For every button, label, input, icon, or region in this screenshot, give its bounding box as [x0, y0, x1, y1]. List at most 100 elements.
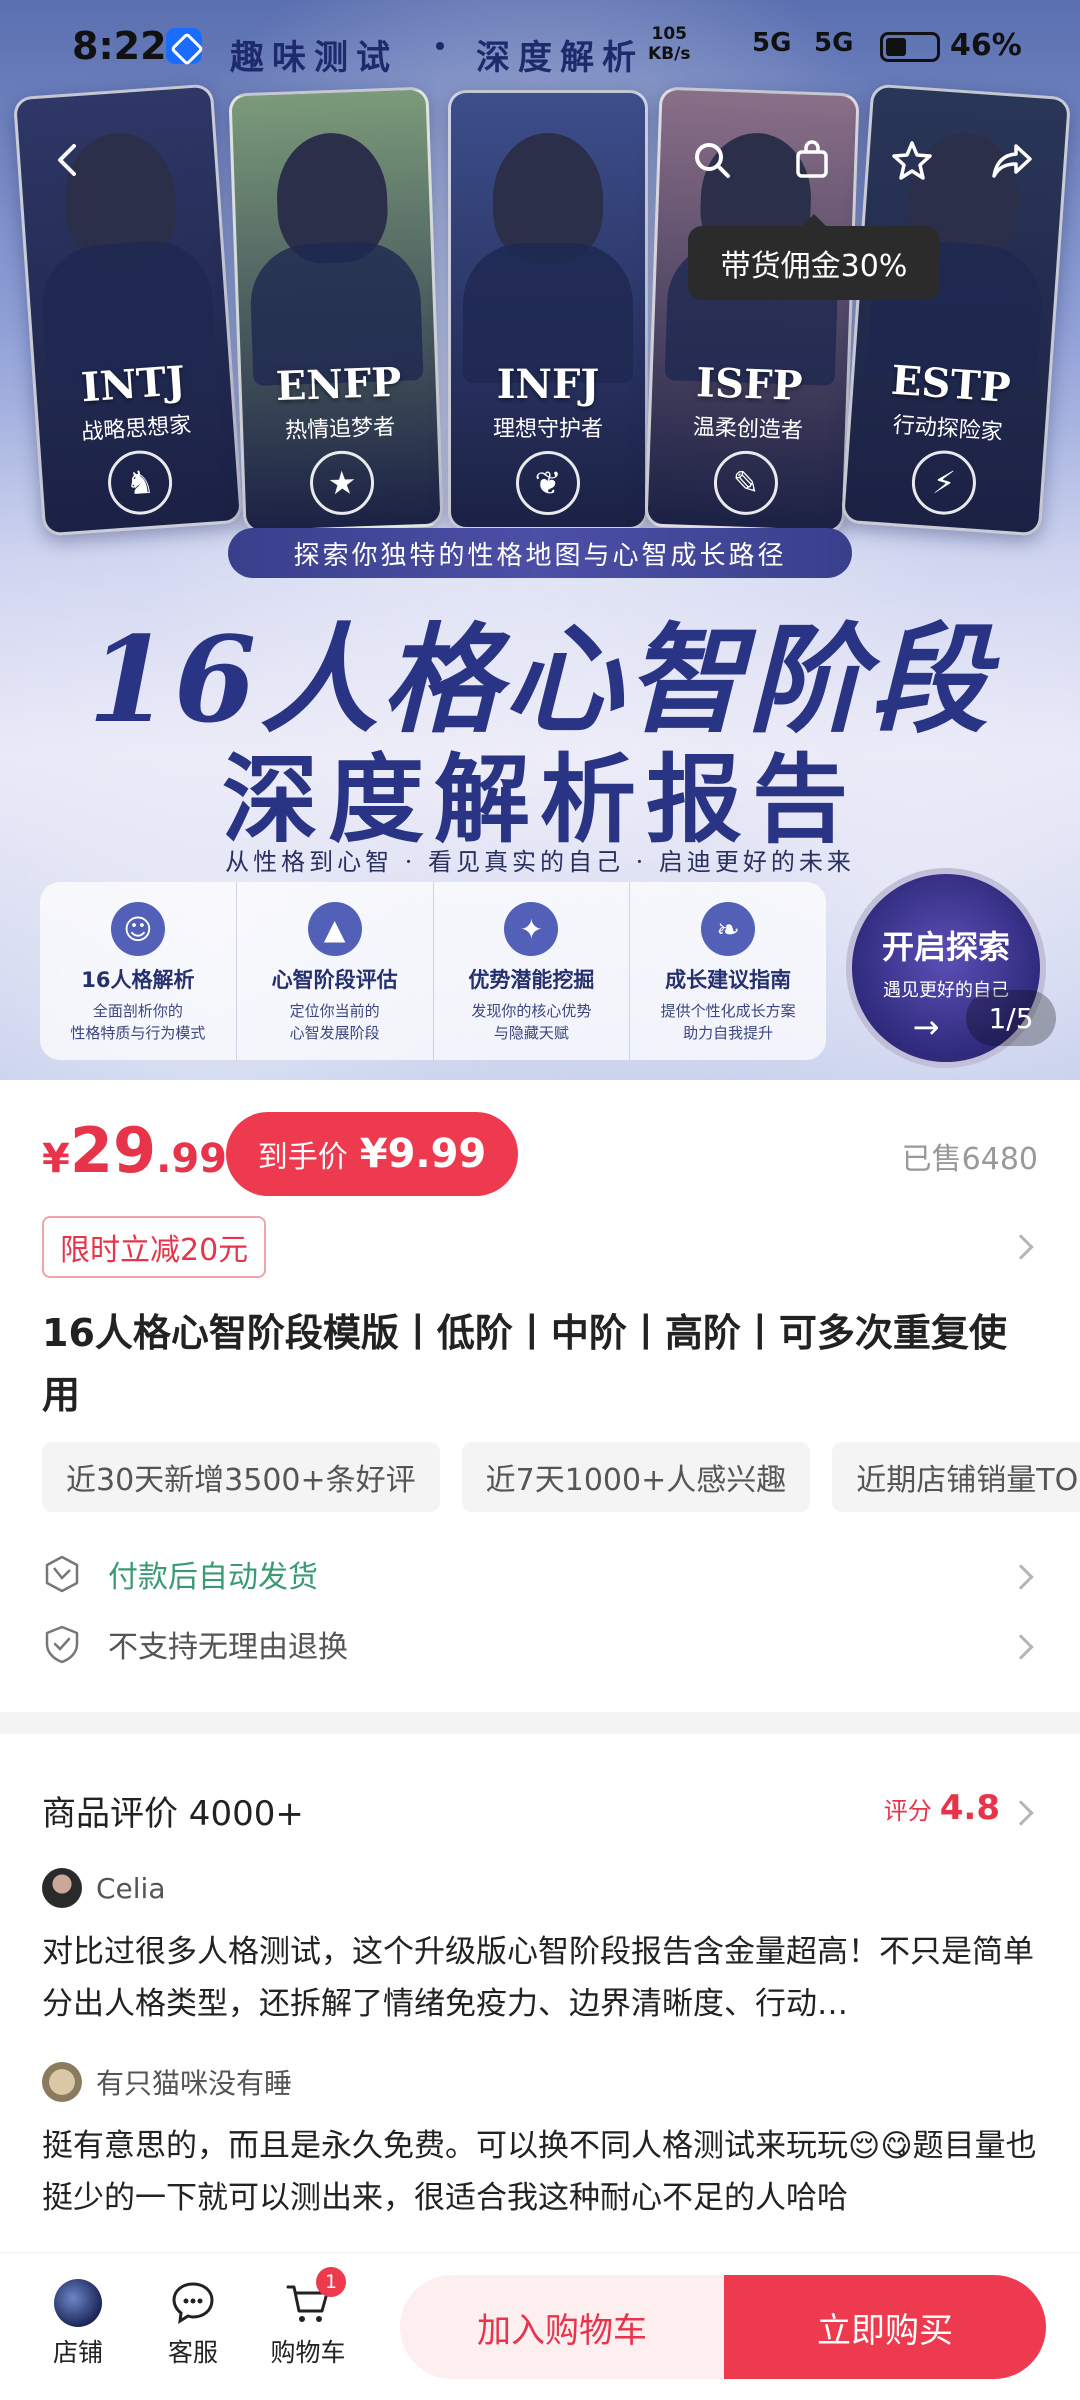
avatar — [42, 1868, 82, 1908]
cart-count-badge: 1 — [316, 2267, 346, 2297]
sold-count: 已售6480 — [901, 1142, 1038, 1177]
review-username: 有只猫咪没有睡 — [96, 2067, 293, 2100]
final-price-amount: ¥9.99 — [359, 1131, 487, 1177]
price: ¥ 29 .99 — [42, 1114, 227, 1187]
commission-tooltip: 带货佣金30% — [688, 214, 940, 300]
product-image-carousel[interactable]: 8:22 105 KB/s 5G 5G 46% 趣味测试 深度解析 INTJ 战略思… — [0, 0, 1080, 1080]
personality-code: ISFP — [695, 359, 804, 410]
feature-title: 16人格解析 — [81, 968, 195, 992]
status-time: 8:22 — [72, 24, 167, 68]
coupon-chevron-right-icon[interactable] — [1008, 1234, 1034, 1260]
cart-label: 购物车 — [270, 2338, 346, 2367]
personality-symbol-icon: ♞ — [105, 448, 175, 517]
bottom-action-bar: 店铺 客服 1 购物车 加入购物车 立即购买 — [0, 2252, 1080, 2400]
hero-tagline-dot — [436, 42, 444, 50]
highlight-chips: 近30天新增3500+条好评 近7天1000+人感兴趣 近期店铺销量TOP — [42, 1442, 1080, 1512]
feature-icon: ❧ — [701, 902, 756, 956]
feature-desc: 提供个性化成长方案 助力自我提升 — [660, 1002, 796, 1042]
personality-code: INFJ — [496, 361, 600, 408]
feature-desc: 定位你当前的 心智发展阶段 — [289, 1002, 380, 1042]
back-button[interactable] — [32, 124, 104, 196]
return-policy-text: 不支持无理由退换 — [108, 1630, 348, 1665]
avatar — [42, 2062, 82, 2102]
hero-tagline-left: 趣味测试 — [230, 38, 398, 78]
buy-now-button[interactable]: 立即购买 — [724, 2275, 1046, 2379]
feature-title: 心智阶段评估 — [271, 968, 398, 992]
feature-icon: ✦ — [504, 902, 559, 956]
section-divider — [0, 1712, 1080, 1734]
chevron-left-icon — [58, 144, 76, 176]
review-user: 有只猫咪没有睡 — [42, 2062, 292, 2102]
shield-check-icon — [45, 1625, 79, 1664]
personality-symbol-icon: ★ — [308, 449, 376, 516]
delivery-service-row[interactable]: 付款后自动发货 — [42, 1552, 318, 1596]
review-score-label: 评分 — [883, 1797, 932, 1825]
app-notification-icon — [166, 28, 202, 64]
personality-role: 温柔创造者 — [692, 415, 804, 444]
hero-ribbon: 探索你独特的性格地图与心智成长路径 — [228, 528, 852, 578]
return-chevron-right-icon[interactable] — [1008, 1634, 1034, 1660]
feature-icon: ☺ — [110, 902, 165, 956]
add-to-cart-button[interactable]: 加入购物车 — [400, 2275, 724, 2379]
personality-code: ENFP — [275, 358, 403, 411]
return-policy-row[interactable]: 不支持无理由退换 — [42, 1622, 348, 1666]
delivery-chevron-right-icon[interactable] — [1008, 1564, 1034, 1590]
price-integer: 29 — [69, 1114, 157, 1187]
cart-button[interactable]: 1 购物车 — [258, 2267, 358, 2369]
shop-button[interactable]: 店铺 — [28, 2279, 128, 2369]
personality-card: ENFP 热情追梦者 ★ — [228, 86, 444, 534]
chat-bubble-icon — [169, 2279, 217, 2327]
delivery-service-text: 付款后自动发货 — [108, 1560, 318, 1595]
search-button[interactable] — [676, 124, 748, 196]
feature-item: ▲ 心智阶段评估定位你当前的 心智发展阶段 — [237, 882, 434, 1060]
box-icon — [45, 1555, 79, 1593]
highlight-chip[interactable]: 近7天1000+人感兴趣 — [461, 1442, 811, 1512]
highlight-chip[interactable]: 近30天新增3500+条好评 — [42, 1442, 440, 1512]
feature-icon: ▲ — [307, 902, 362, 956]
product-title: 16人格心智阶段模版丨低阶丨中阶丨高阶丨可多次重复使用 — [42, 1311, 1007, 1417]
hero-title-line2: 深度解析报告 — [222, 743, 858, 856]
share-button[interactable] — [976, 124, 1048, 196]
review-score[interactable]: 评分 4.8 — [884, 1788, 1000, 1828]
personality-role: 热情追梦者 — [284, 415, 396, 444]
star-outline-icon — [892, 141, 932, 180]
price-decimal: .99 — [156, 1136, 227, 1182]
feature-desc: 全面剖析你的 性格特质与行为模式 — [70, 1002, 206, 1042]
personality-card: INFJ 理想守护者 ❦ — [448, 90, 648, 530]
signal-5g-1: 5G — [752, 28, 792, 58]
reviews-header[interactable]: 商品评价 4000+ — [42, 1786, 304, 1835]
highlight-chip[interactable]: 近期店铺销量TOP — [832, 1442, 1080, 1512]
feature-desc: 发现你的核心优势 与隐藏天赋 — [471, 1002, 592, 1042]
feature-item: ❧ 成长建议指南提供个性化成长方案 助力自我提升 — [630, 882, 826, 1060]
review-user: Celia — [42, 1868, 166, 1908]
personality-role: 理想守护者 — [492, 417, 603, 442]
signal-5g-2: 5G — [814, 28, 854, 58]
customer-service-button[interactable]: 客服 — [143, 2279, 243, 2369]
personality-symbol-icon: ✎ — [712, 449, 780, 516]
personality-symbol-icon: ⚡ — [909, 448, 979, 517]
customer-service-label: 客服 — [167, 2338, 218, 2367]
feature-item: ✦ 优势潜能挖掘发现你的核心优势 与隐藏天赋 — [434, 882, 631, 1060]
image-pager: 1/5 — [966, 990, 1056, 1046]
explore-title: 开启探索 — [881, 928, 1010, 966]
feature-box: ☺ 16人格解析全面剖析你的 性格特质与行为模式 ▲ 心智阶段评估定位你当前的 心智发展阶… — [40, 882, 826, 1060]
personality-symbol-icon: ❦ — [516, 451, 580, 515]
network-speed: 105 KB/s — [648, 24, 691, 64]
bag-icon — [796, 140, 828, 178]
search-icon — [695, 143, 730, 178]
battery-percent: 46% — [950, 28, 1022, 63]
feature-item: ☺ 16人格解析全面剖析你的 性格特质与行为模式 — [40, 882, 237, 1060]
review-username: Celia — [96, 1871, 166, 1905]
coupon-tag[interactable]: 限时立减20元 — [42, 1216, 267, 1278]
share-icon — [992, 144, 1032, 178]
review-score-value: 4.8 — [939, 1788, 1000, 1828]
shopping-bag-button[interactable] — [776, 124, 848, 196]
review-text[interactable]: 对比过很多人格测试，这个升级版心智阶段报告含金量超高！不只是简单分出人格类型，还… — [42, 1926, 1038, 2030]
review-text[interactable]: 挺有意思的，而且是永久免费。可以换不同人格测试来玩玩😌😋题目量也挺少的一下就可以… — [42, 2120, 1038, 2224]
reviews-chevron-right-icon[interactable] — [1008, 1800, 1034, 1826]
feature-title: 优势潜能挖掘 — [468, 968, 595, 992]
shop-avatar-icon — [54, 2279, 102, 2327]
favorite-button[interactable] — [876, 124, 948, 196]
feature-title: 成长建议指南 — [665, 968, 792, 992]
final-price-label: 到手价 — [257, 1140, 348, 1175]
